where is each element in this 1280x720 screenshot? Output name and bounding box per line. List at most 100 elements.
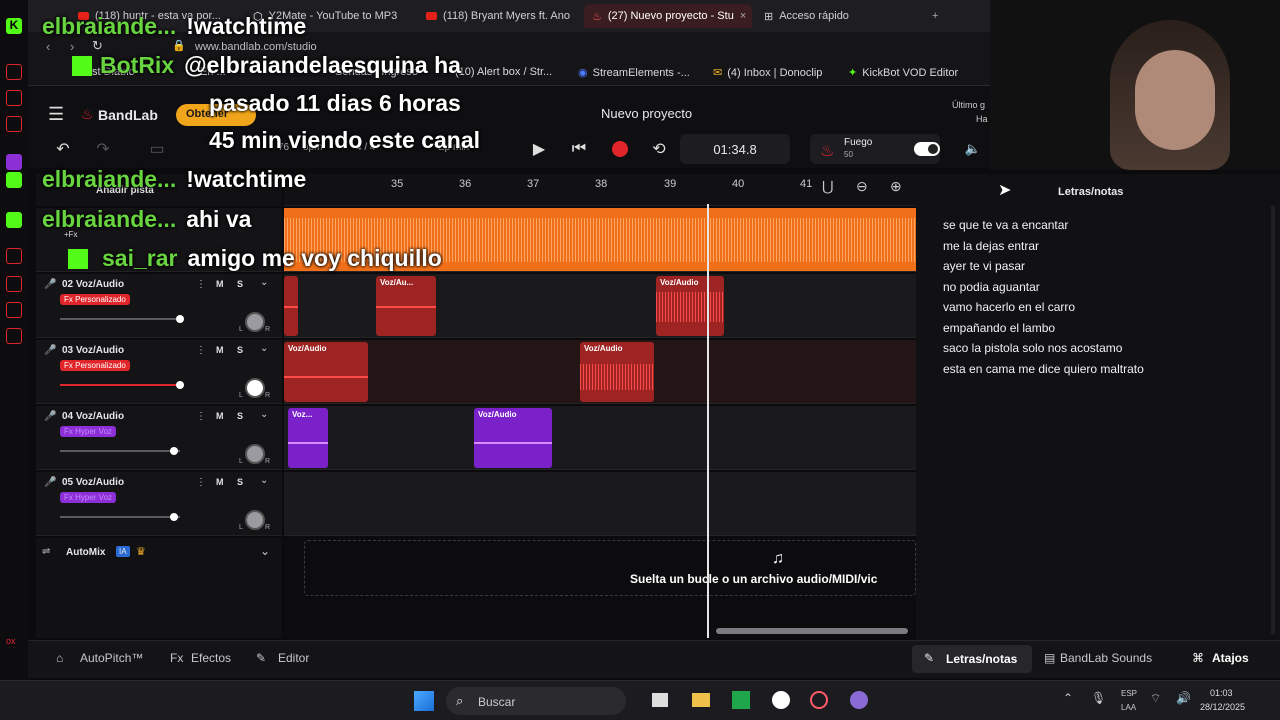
browser-tab[interactable]: ⊞ Acceso rápido xyxy=(756,4,896,28)
audio-clip[interactable]: Voz/Audio xyxy=(474,408,552,468)
audio-clip[interactable] xyxy=(284,276,298,336)
track-header[interactable]: 🎤 04 Voz/Audio Fx Hyper Voz ⋮ M S ⌄ L R xyxy=(36,406,282,470)
clock-icon[interactable] xyxy=(6,276,22,292)
kick-logo-icon[interactable]: K xyxy=(6,18,22,34)
volume-slider[interactable] xyxy=(60,447,180,455)
bookmark-item[interactable]: (10) Alert box / Str... xyxy=(455,66,552,78)
audio-clip[interactable]: Voz/Audio xyxy=(580,342,654,402)
chevron-down-icon[interactable]: ⌄ xyxy=(260,475,268,486)
loop-icon[interactable]: ⟲ xyxy=(644,132,674,166)
track-lane[interactable]: Voz/Audio Voz/Audio xyxy=(284,340,916,404)
drop-zone[interactable] xyxy=(304,540,916,596)
editor-button[interactable]: Editor xyxy=(278,651,309,665)
chevron-down-icon[interactable]: ⌄ xyxy=(260,409,268,420)
volume-knob[interactable] xyxy=(176,381,184,389)
solo-button[interactable]: S xyxy=(237,345,243,355)
pan-dial[interactable] xyxy=(245,312,265,332)
track-lane[interactable]: Voz... Voz/Audio xyxy=(284,406,916,470)
lyric-line[interactable]: vamo hacerlo en el carro xyxy=(943,300,1075,314)
clock-time[interactable]: 01:03 xyxy=(1210,688,1233,698)
drop-zone-area[interactable]: ♫ Suelta un bucle o un archivo audio/MID… xyxy=(284,538,916,638)
lyric-line[interactable]: saco la pistola solo nos acostamo xyxy=(943,341,1122,355)
fx-badge[interactable]: Fx Personalizado xyxy=(60,360,130,371)
menu-icon[interactable]: ☰ xyxy=(48,104,64,125)
zoom-in-icon[interactable]: ⊕ xyxy=(890,178,902,195)
mute-button[interactable]: M xyxy=(216,279,224,289)
bookmark-item[interactable]: ◉ StreamElements -... xyxy=(578,66,690,80)
new-tab-button[interactable]: + xyxy=(924,4,944,28)
fx-badge[interactable]: Fx Hyper Voz xyxy=(60,492,117,503)
volume-knob[interactable] xyxy=(170,513,178,521)
audio-clip[interactable]: Voz/Audio xyxy=(284,342,368,402)
excel-icon[interactable] xyxy=(732,691,750,709)
windows-start-icon[interactable] xyxy=(414,691,434,711)
track-header[interactable]: 🎤 03 Voz/Audio Fx Personalizado ⋮ M S ⌄ … xyxy=(36,340,282,404)
audio-clip[interactable]: Voz/Au... xyxy=(376,276,436,336)
track-header[interactable]: 🎤 02 Voz/Audio Fx Personalizado ⋮ M S ⌄ … xyxy=(36,274,282,338)
timeline-ruler[interactable]: 35 36 37 38 39 40 41 ⋃ ⊖ ⊕ xyxy=(284,174,916,206)
zoom-out-icon[interactable]: ⊖ xyxy=(856,178,868,195)
solo-button[interactable]: S xyxy=(237,411,243,421)
track-lane[interactable]: Voz/Au... Voz/Audio xyxy=(284,274,916,338)
audio-clip[interactable]: Voz/Audio xyxy=(656,276,724,336)
volume-slider[interactable] xyxy=(60,381,184,389)
mic-icon[interactable]: 🎙 xyxy=(1091,691,1106,705)
mute-button[interactable]: M xyxy=(216,477,224,487)
chevron-down-icon[interactable]: ⌄ xyxy=(260,544,270,558)
taskbar-search[interactable]: ⌕ Buscar xyxy=(446,687,626,715)
skip-back-icon[interactable]: ⏮ xyxy=(564,132,594,166)
language-indicator[interactable]: ESP xyxy=(1121,689,1137,698)
pan-dial[interactable] xyxy=(245,378,265,398)
settings-icon[interactable] xyxy=(6,328,22,344)
chevron-up-icon[interactable]: ⌃ xyxy=(1063,691,1073,705)
fx-badge[interactable]: Fx Personalizado xyxy=(60,294,130,305)
lyric-line[interactable]: me la dejas entrar xyxy=(943,239,1039,253)
mute-button[interactable]: M xyxy=(216,345,224,355)
lyric-line[interactable]: se que te va a encantar xyxy=(943,218,1068,232)
more-options-icon[interactable]: ⋮ xyxy=(196,411,206,422)
bookmark-item[interactable]: ✦ KickBot VOD Editor xyxy=(848,66,958,80)
sounds-button[interactable]: BandLab Sounds xyxy=(1060,651,1152,665)
browser-tab[interactable]: (118) Bryant Myers ft. Ano xyxy=(418,4,578,28)
discord-icon[interactable] xyxy=(850,691,868,709)
track-header[interactable]: 🎤 05 Voz/Audio Fx Hyper Voz ⋮ M S ⌄ L R xyxy=(36,472,282,536)
volume-icon[interactable]: 🔊 xyxy=(1176,691,1191,705)
wifi-icon[interactable]: ⌔ xyxy=(1150,691,1161,706)
more-options-icon[interactable]: ⋮ xyxy=(196,477,206,488)
kick-icon[interactable] xyxy=(6,212,22,228)
browser-tab-active[interactable]: ♨ (27) Nuevo proyecto - Stu × xyxy=(584,4,752,28)
kick-icon[interactable] xyxy=(6,172,22,188)
solo-button[interactable]: S xyxy=(237,477,243,487)
close-icon[interactable]: × xyxy=(740,10,746,22)
redo-icon[interactable]: ↷ xyxy=(88,132,118,166)
track-lane[interactable] xyxy=(284,472,916,536)
automix-row[interactable]: ⇌ AutoMix IA ♛ ⌄ xyxy=(36,538,282,568)
autopitch-button[interactable]: AutoPitch™ xyxy=(80,651,143,665)
mute-button[interactable]: M xyxy=(216,411,224,421)
pan-dial[interactable] xyxy=(245,510,265,530)
shortcuts-button[interactable]: Atajos xyxy=(1212,651,1249,665)
opera-icon[interactable] xyxy=(810,691,828,709)
solo-button[interactable]: S xyxy=(237,279,243,289)
volume-knob[interactable] xyxy=(176,315,184,323)
more-options-icon[interactable]: ⋮ xyxy=(196,279,206,290)
lyric-line[interactable]: no podia aguantar xyxy=(943,280,1040,294)
edit-icon[interactable] xyxy=(6,90,22,106)
magnet-icon[interactable]: ⋃ xyxy=(822,178,833,195)
volume-slider[interactable] xyxy=(60,513,180,521)
save-icon[interactable]: ▭ xyxy=(142,132,172,166)
folder-icon[interactable] xyxy=(692,693,710,707)
fx-badge[interactable]: Fx Hyper Voz xyxy=(60,426,117,437)
circle-icon[interactable] xyxy=(6,64,22,80)
pin-icon[interactable] xyxy=(6,248,22,264)
playhead[interactable] xyxy=(707,204,709,638)
lyric-line[interactable]: empañando el lambo xyxy=(943,321,1055,335)
audio-clip[interactable]: Voz... xyxy=(288,408,328,468)
taskview-icon[interactable] xyxy=(652,693,668,707)
chevron-down-icon[interactable]: ⌄ xyxy=(260,343,268,354)
bookmark-item[interactable]: ✉ (4) Inbox | Donoclip xyxy=(713,66,822,80)
chevron-down-icon[interactable]: ⌄ xyxy=(260,277,268,288)
effects-button[interactable]: Efectos xyxy=(191,651,231,665)
more-options-icon[interactable]: ⋮ xyxy=(196,345,206,356)
play-icon[interactable]: ▶ xyxy=(524,132,554,166)
